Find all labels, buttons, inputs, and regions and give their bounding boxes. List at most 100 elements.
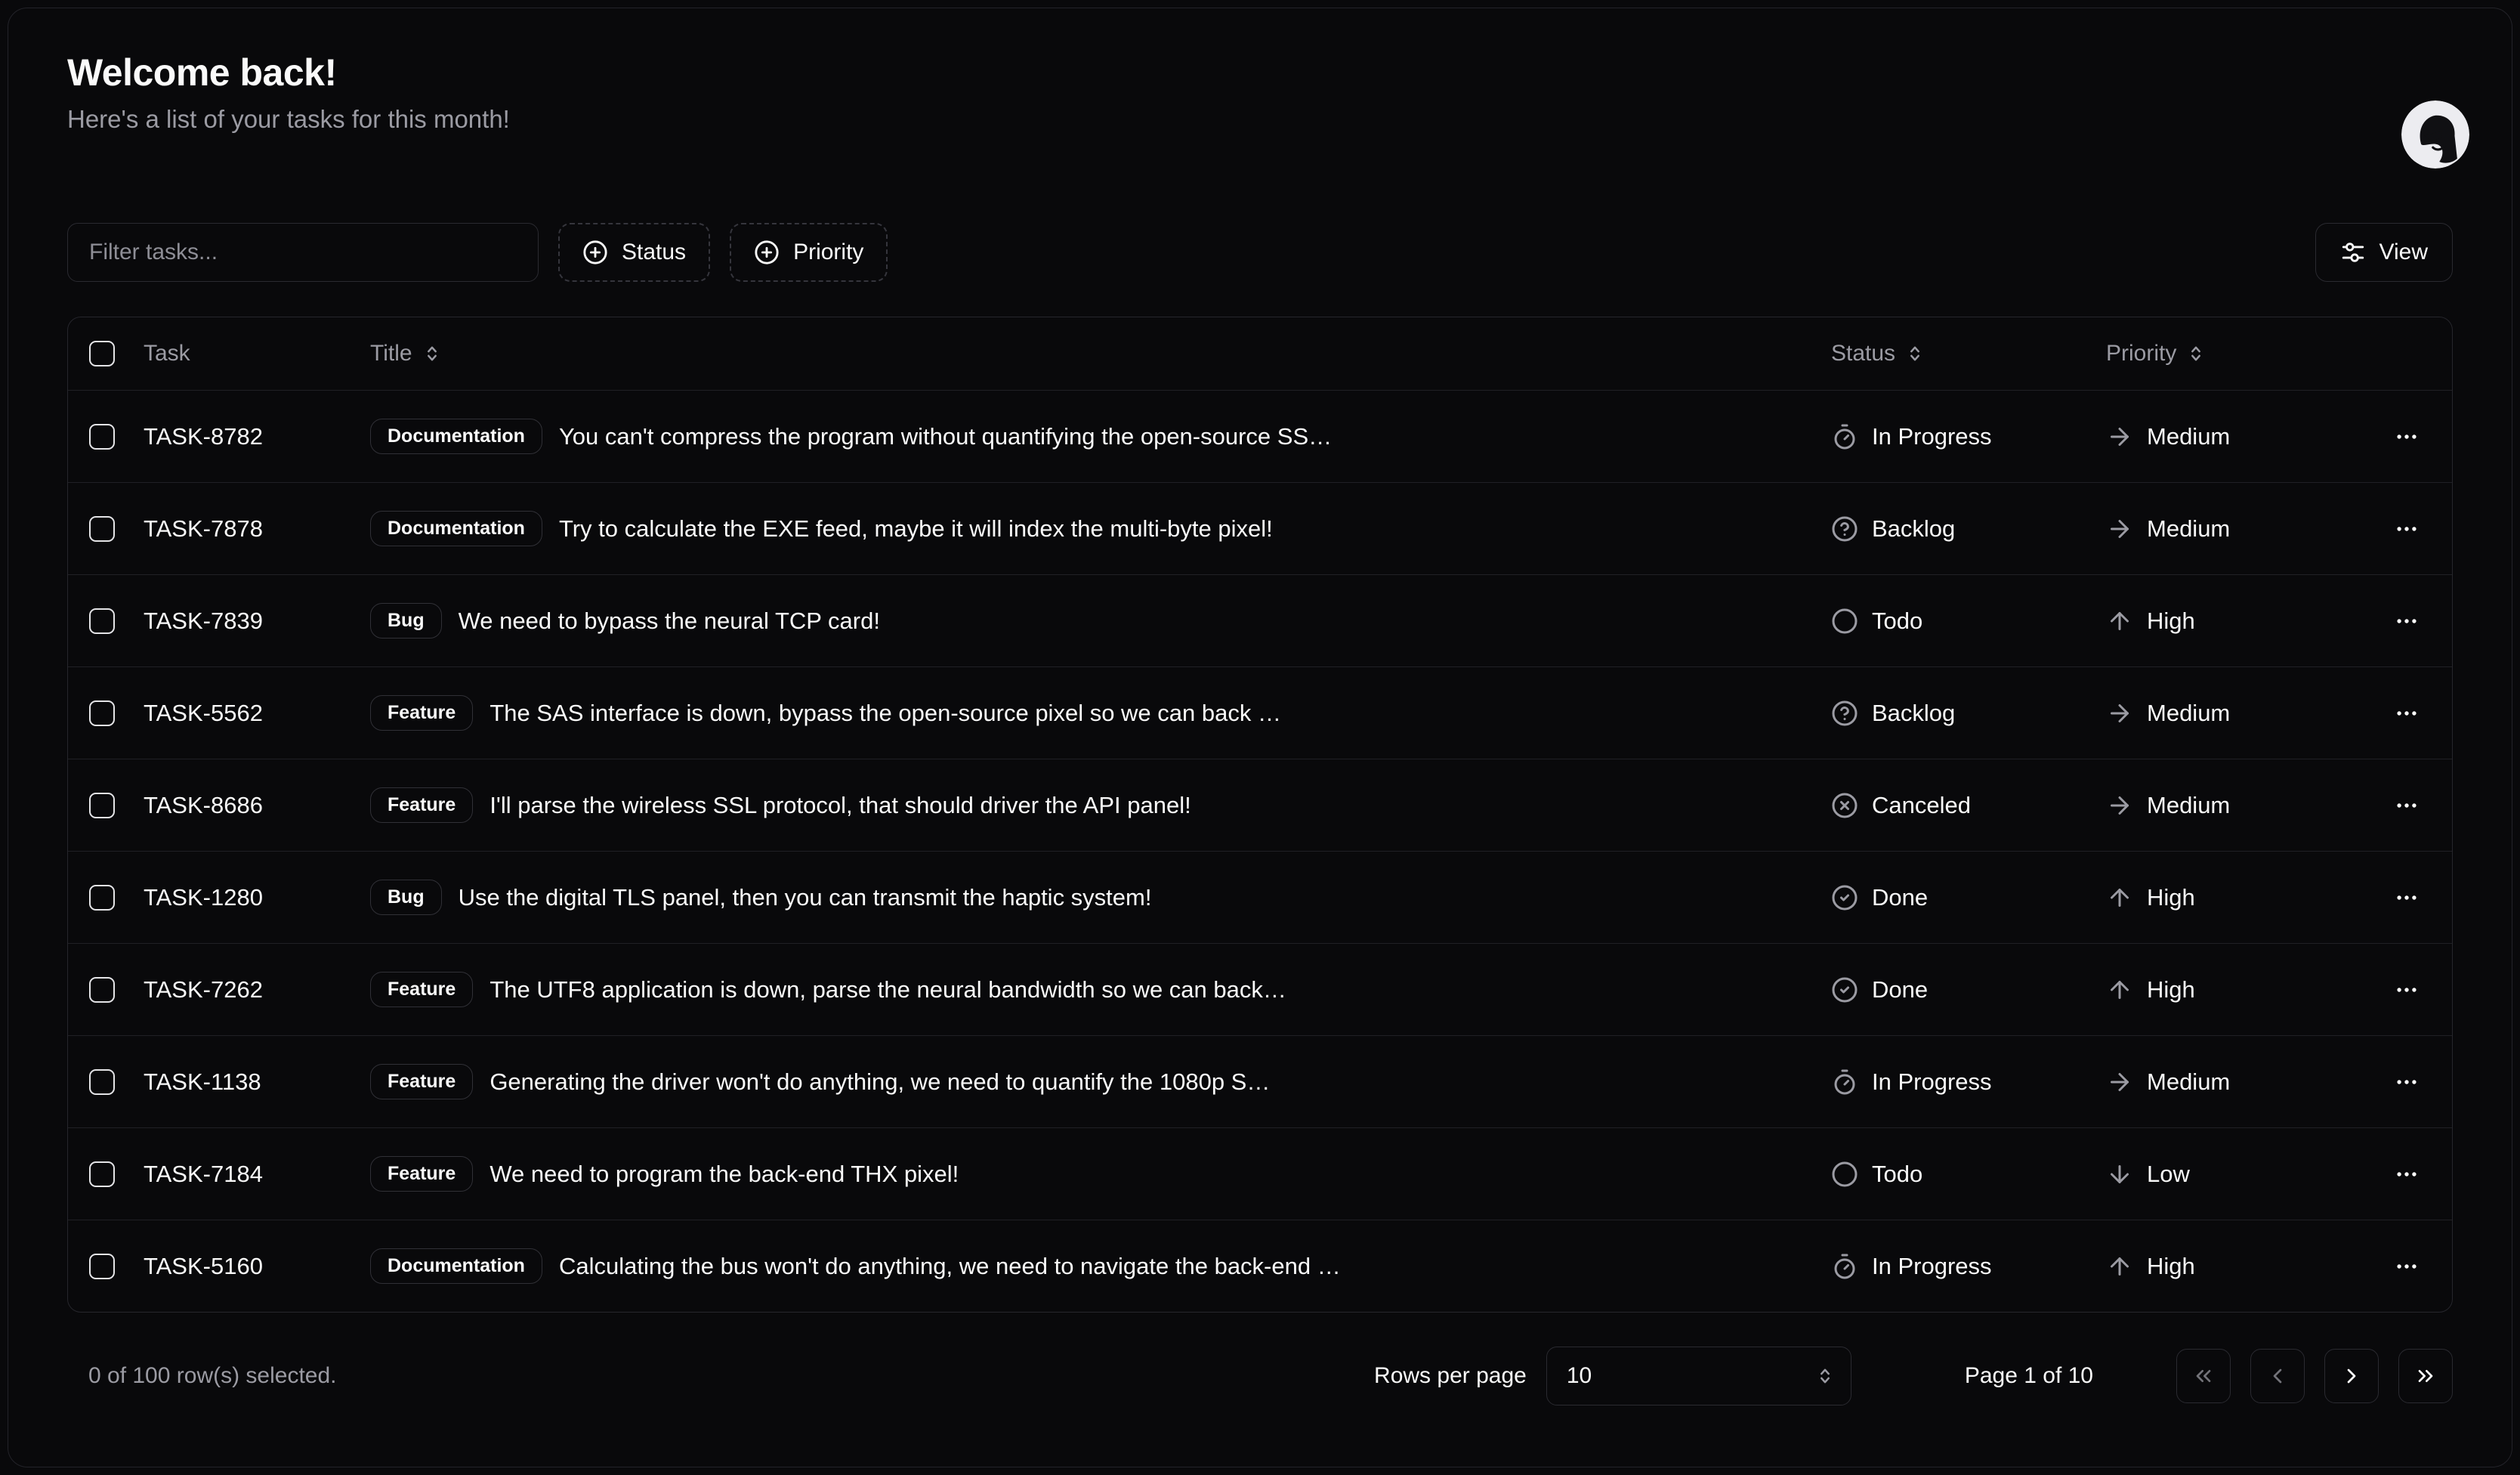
status-filter-button[interactable]: Status bbox=[558, 223, 710, 282]
task-status: Todo bbox=[1872, 608, 1922, 635]
column-header-title-sort-button[interactable]: Title bbox=[370, 341, 443, 366]
circle-icon bbox=[1831, 608, 1858, 635]
tasks-app-card: Welcome back! Here's a list of your task… bbox=[8, 8, 2512, 1467]
plus-circle-icon bbox=[582, 240, 608, 265]
caret-sort-icon bbox=[2185, 343, 2207, 364]
ellipsis-icon bbox=[2394, 424, 2420, 450]
task-status: Backlog bbox=[1872, 700, 1955, 727]
arrow-down-icon bbox=[2106, 1161, 2133, 1188]
row-actions-button[interactable] bbox=[2384, 1244, 2429, 1289]
arrow-right-icon bbox=[2106, 1068, 2133, 1096]
circle-check-icon bbox=[1831, 884, 1858, 911]
row-checkbox[interactable] bbox=[89, 1161, 115, 1187]
chevrons-right-icon bbox=[2413, 1364, 2438, 1388]
task-type-badge: Feature bbox=[370, 1064, 473, 1099]
task-priority-cell: Low bbox=[2097, 1161, 2361, 1188]
table-row: TASK-7184 Feature We need to program the… bbox=[68, 1127, 2452, 1220]
task-type-badge: Documentation bbox=[370, 1248, 542, 1284]
row-checkbox[interactable] bbox=[89, 424, 115, 450]
chevron-left-icon bbox=[2265, 1364, 2290, 1388]
task-status: Canceled bbox=[1872, 792, 1971, 819]
task-type-badge: Documentation bbox=[370, 419, 542, 454]
task-priority-cell: High bbox=[2097, 976, 2361, 1003]
column-header-title-label: Title bbox=[370, 341, 412, 366]
priority-filter-button[interactable]: Priority bbox=[730, 223, 888, 282]
circle-check-icon bbox=[1831, 976, 1858, 1003]
user-avatar-button[interactable] bbox=[2401, 100, 2469, 169]
table-row: TASK-8686 Feature I'll parse the wireles… bbox=[68, 759, 2452, 851]
task-status: Todo bbox=[1872, 1161, 1922, 1188]
task-priority: High bbox=[2147, 976, 2195, 1003]
row-actions-button[interactable] bbox=[2384, 506, 2429, 552]
task-priority: Medium bbox=[2147, 515, 2230, 543]
arrow-right-icon bbox=[2106, 515, 2133, 543]
arrow-up-icon bbox=[2106, 884, 2133, 911]
task-status-cell: Todo bbox=[1822, 1161, 2097, 1188]
previous-page-button[interactable] bbox=[2250, 1349, 2305, 1403]
plus-circle-icon bbox=[754, 240, 780, 265]
row-checkbox[interactable] bbox=[89, 516, 115, 542]
column-header-priority-sort-button[interactable]: Priority bbox=[2106, 341, 2207, 366]
task-priority-cell: High bbox=[2097, 884, 2361, 911]
circle-x-icon bbox=[1831, 792, 1858, 819]
next-page-button[interactable] bbox=[2324, 1349, 2379, 1403]
row-checkbox[interactable] bbox=[89, 1254, 115, 1279]
task-id: TASK-1138 bbox=[144, 1068, 370, 1096]
task-priority-cell: Medium bbox=[2097, 423, 2361, 450]
task-status: Done bbox=[1872, 884, 1928, 911]
select-all-checkbox[interactable] bbox=[89, 341, 115, 366]
task-status-cell: Done bbox=[1822, 884, 2097, 911]
task-type-badge: Bug bbox=[370, 603, 442, 639]
row-checkbox[interactable] bbox=[89, 1069, 115, 1095]
task-type-badge: Feature bbox=[370, 1156, 473, 1192]
status-filter-label: Status bbox=[622, 240, 686, 265]
task-priority-cell: Medium bbox=[2097, 1068, 2361, 1096]
avatar-face-icon bbox=[2401, 100, 2469, 169]
row-checkbox[interactable] bbox=[89, 608, 115, 634]
task-title: I'll parse the wireless SSL protocol, th… bbox=[489, 792, 1191, 819]
task-id: TASK-7839 bbox=[144, 608, 370, 635]
view-button-label: View bbox=[2379, 240, 2428, 265]
arrow-right-icon bbox=[2106, 700, 2133, 727]
row-actions-button[interactable] bbox=[2384, 414, 2429, 459]
task-title: Generating the driver won't do anything,… bbox=[489, 1068, 1270, 1096]
task-status-cell: Backlog bbox=[1822, 700, 2097, 727]
row-actions-button[interactable] bbox=[2384, 1152, 2429, 1197]
ellipsis-icon bbox=[2394, 1254, 2420, 1279]
task-title: The UTF8 application is down, parse the … bbox=[489, 976, 1286, 1003]
view-button[interactable]: View bbox=[2315, 223, 2453, 282]
task-id: TASK-1280 bbox=[144, 884, 370, 911]
filter-tasks-input[interactable] bbox=[67, 223, 539, 282]
task-priority: Medium bbox=[2147, 1068, 2230, 1096]
first-page-button[interactable] bbox=[2176, 1349, 2231, 1403]
chevrons-up-down-icon bbox=[1814, 1365, 1836, 1387]
last-page-button[interactable] bbox=[2398, 1349, 2453, 1403]
row-checkbox[interactable] bbox=[89, 700, 115, 726]
arrow-up-icon bbox=[2106, 1253, 2133, 1280]
pagination-buttons bbox=[2176, 1349, 2453, 1403]
ellipsis-icon bbox=[2394, 977, 2420, 1003]
task-priority: Medium bbox=[2147, 700, 2230, 727]
task-title: Use the digital TLS panel, then you can … bbox=[459, 884, 1152, 911]
table-row: TASK-8782 Documentation You can't compre… bbox=[68, 390, 2452, 482]
column-header-status-sort-button[interactable]: Status bbox=[1831, 341, 1926, 366]
row-actions-button[interactable] bbox=[2384, 691, 2429, 736]
priority-filter-label: Priority bbox=[793, 240, 863, 265]
task-title: Calculating the bus won't do anything, w… bbox=[559, 1253, 1341, 1280]
task-title: We need to program the back-end THX pixe… bbox=[489, 1161, 959, 1188]
row-checkbox[interactable] bbox=[89, 977, 115, 1003]
task-id: TASK-5160 bbox=[144, 1253, 370, 1280]
row-actions-button[interactable] bbox=[2384, 1059, 2429, 1105]
row-actions-button[interactable] bbox=[2384, 783, 2429, 828]
rows-per-page-select[interactable]: 10 bbox=[1546, 1347, 1851, 1405]
row-actions-button[interactable] bbox=[2384, 967, 2429, 1013]
row-checkbox[interactable] bbox=[89, 885, 115, 911]
task-title: We need to bypass the neural TCP card! bbox=[459, 608, 880, 635]
row-checkbox[interactable] bbox=[89, 793, 115, 818]
task-priority-cell: High bbox=[2097, 1253, 2361, 1280]
row-actions-button[interactable] bbox=[2384, 598, 2429, 644]
task-status-cell: Backlog bbox=[1822, 515, 2097, 543]
row-actions-button[interactable] bbox=[2384, 875, 2429, 920]
column-header-priority-label: Priority bbox=[2106, 341, 2176, 366]
table-toolbar: Status Priority View bbox=[67, 223, 2453, 282]
